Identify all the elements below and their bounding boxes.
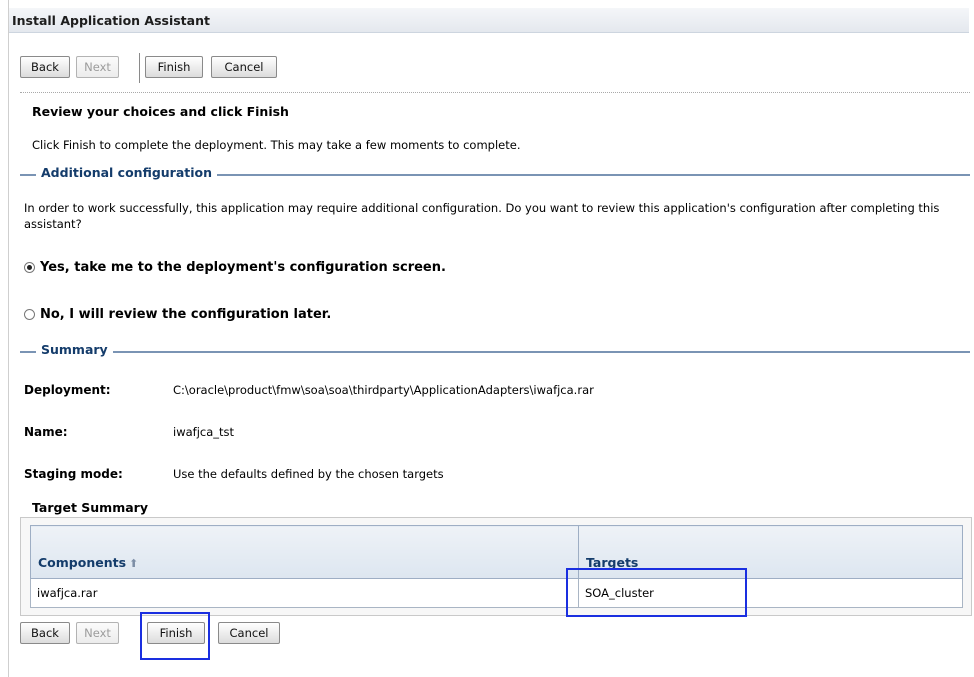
target-cell: SOA_cluster <box>578 578 963 608</box>
radio-option-no-label: No, I will review the configuration late… <box>40 307 332 322</box>
radio-unselected-icon[interactable] <box>24 309 35 320</box>
target-summary-title: Target Summary <box>32 500 148 515</box>
radio-option-yes[interactable]: Yes, take me to the deployment's configu… <box>24 260 446 275</box>
finish-button-bottom[interactable]: Finish <box>147 622 205 644</box>
column-header-targets-label: Targets <box>586 555 639 570</box>
cancel-button-bottom[interactable]: Cancel <box>218 622 280 644</box>
finish-button[interactable]: Finish <box>145 56 203 78</box>
name-value: iwafjca_tst <box>173 425 235 439</box>
staging-mode-value: Use the defaults defined by the chosen t… <box>173 467 444 481</box>
cancel-button[interactable]: Cancel <box>211 56 277 78</box>
back-button[interactable]: Back <box>20 56 70 78</box>
next-button[interactable]: Next <box>76 56 119 78</box>
deployment-value: C:\oracle\product\fmw\soa\soa\thirdparty… <box>173 383 594 397</box>
summary-title: Summary <box>36 342 113 357</box>
staging-mode-label: Staging mode: <box>24 467 123 481</box>
radio-option-no[interactable]: No, I will review the configuration late… <box>24 307 331 322</box>
component-cell: iwafjca.rar <box>30 578 579 608</box>
divider <box>20 92 970 93</box>
sort-ascending-icon[interactable]: ⬆ <box>129 557 138 570</box>
column-header-targets[interactable]: Targets <box>578 525 963 579</box>
name-label: Name: <box>24 425 68 439</box>
radio-option-yes-label: Yes, take me to the deployment's configu… <box>40 260 446 275</box>
additional-config-text: In order to work successfully, this appl… <box>24 201 940 231</box>
review-heading: Review your choices and click Finish <box>32 104 289 119</box>
window-title: Install Application Assistant <box>12 13 210 28</box>
target-summary-panel: Components ⬆ Targets iwafjca.rar SOA_clus… <box>20 517 972 616</box>
additional-config-title: Additional configuration <box>36 165 218 180</box>
page-left-border <box>8 0 9 677</box>
summary-rule <box>20 351 970 353</box>
review-intro: Click Finish to complete the deployment.… <box>32 138 521 152</box>
radio-selected-icon[interactable] <box>24 262 35 273</box>
next-button-bottom[interactable]: Next <box>76 622 119 644</box>
back-button-bottom[interactable]: Back <box>20 622 70 644</box>
table-row: iwafjca.rar SOA_cluster <box>30 578 963 608</box>
deployment-label: Deployment: <box>24 383 111 397</box>
toolbar-separator <box>139 53 140 83</box>
column-header-components[interactable]: Components ⬆ <box>30 525 579 579</box>
window-titlebar: Install Application Assistant <box>9 8 969 33</box>
column-header-components-label: Components <box>38 555 127 570</box>
target-summary-table: Components ⬆ Targets iwafjca.rar SOA_clus… <box>30 525 963 608</box>
